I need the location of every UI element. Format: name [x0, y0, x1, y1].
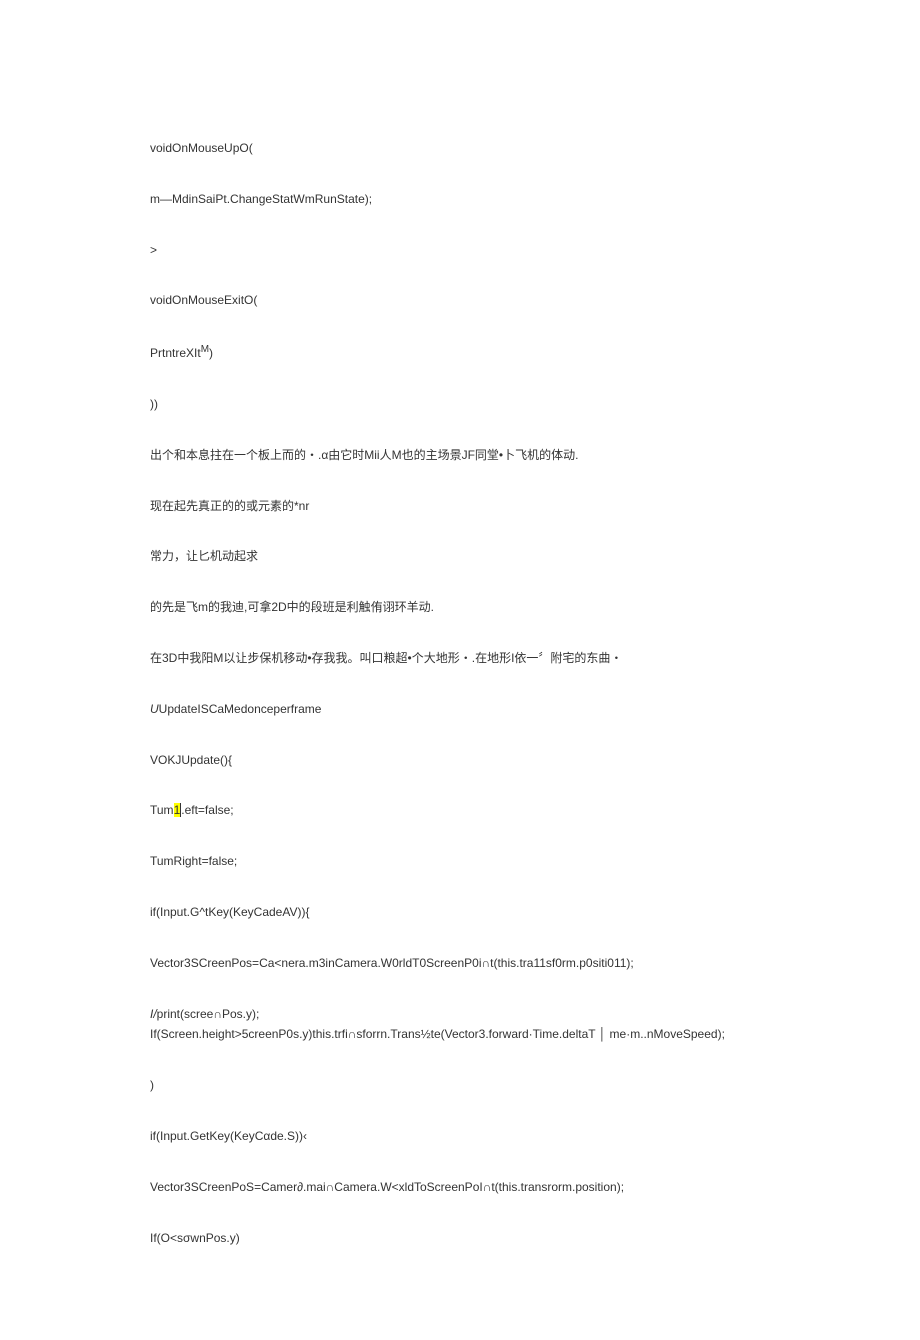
text-line: voidOnMouseExitO( — [150, 292, 770, 309]
text-line: 出个和本息拄在一个板上而的・.α由它时Mii人M也的主场景JF同堂•卜飞机的体动… — [150, 447, 770, 464]
text-line: Vector3SCreenPos=Ca<nera.m3inCamera.W0rl… — [150, 955, 770, 972]
text-prefix: Tum — [150, 803, 174, 817]
text-line: > — [150, 242, 770, 259]
text-line: 的先是飞m的我迪,可拿2D中的段班是利触侑诩环羊动. — [150, 599, 770, 616]
text-line: 常力，让匕机动起求 — [150, 548, 770, 565]
text-content: print(scree∩Pos.y); — [157, 1007, 260, 1021]
text-line: voidOnMouseUpO( — [150, 140, 770, 157]
italic-prefix: I/ — [150, 1007, 157, 1021]
text-line: Vector3SCreenPoS=Camer∂.mai∩Camera.W<xld… — [150, 1179, 770, 1196]
text-line: )) — [150, 396, 770, 413]
text-content: VOKJUpdate(){ — [150, 753, 232, 767]
text-content: > — [150, 243, 157, 257]
text-line: ) — [150, 1077, 770, 1094]
text-content: TumRight=false; — [150, 854, 237, 868]
text-line: if(Input.GetKey(KeyCαde.S))‹ — [150, 1128, 770, 1145]
text-content: )) — [150, 397, 158, 411]
text-content: 现在起先真正的的或元素的*nr — [150, 499, 309, 513]
text-line: PrtntreXItM) — [150, 343, 770, 362]
text-content: if(Input.GetKey(KeyCαde.S))‹ — [150, 1129, 307, 1143]
text-content: voidOnMouseUpO( — [150, 141, 253, 155]
highlighted-text: 1 — [174, 803, 181, 817]
text-suffix: .eft=false; — [181, 803, 233, 817]
text-content: m—MdinSaiPt.ChangeStatWmRunState); — [150, 192, 372, 206]
text-content: PrtntreXIt — [150, 346, 201, 360]
text-line: Tum1.eft=false; — [150, 802, 770, 819]
text-content: 在3D中我阳M以让步保机移动•存我我。叫口粮超•个大地形・.在地形I依一〞附宅的… — [150, 651, 622, 665]
text-content: voidOnMouseExitO( — [150, 293, 257, 307]
text-after: ) — [209, 346, 213, 360]
text-content: Vector3SCreenPoS=Camer∂.mai∩Camera.W<xld… — [150, 1180, 624, 1194]
text-line: 在3D中我阳M以让步保机移动•存我我。叫口粮超•个大地形・.在地形I依一〞附宅的… — [150, 650, 770, 667]
document-body: voidOnMouseUpO( m—MdinSaiPt.ChangeStatWmR… — [150, 140, 770, 1246]
text-line: If(Screen.height>5creenP0s.y)this.trfi∩s… — [150, 1026, 770, 1043]
text-line: UUpdateISCaMedonceperframe — [150, 701, 770, 718]
text-line: TumRight=false; — [150, 853, 770, 870]
text-content: If(Screen.height>5creenP0s.y)this.trfi∩s… — [150, 1027, 725, 1041]
text-line: 现在起先真正的的或元素的*nr — [150, 498, 770, 515]
text-content: 出个和本息拄在一个板上而的・.α由它时Mii人M也的主场景JF同堂•卜飞机的体动… — [150, 448, 578, 462]
text-content: UpdateISCaMedonceperframe — [159, 702, 322, 716]
text-content: 的先是飞m的我迪,可拿2D中的段班是利触侑诩环羊动. — [150, 600, 434, 614]
superscript: M — [201, 344, 209, 355]
text-line: m—MdinSaiPt.ChangeStatWmRunState); — [150, 191, 770, 208]
text-line: VOKJUpdate(){ — [150, 752, 770, 769]
italic-prefix: U — [150, 702, 159, 716]
text-line: If(O<sσwnPos.y) — [150, 1230, 770, 1247]
text-content: ) — [150, 1078, 154, 1092]
text-content: If(O<sσwnPos.y) — [150, 1231, 240, 1245]
text-line: if(Input.G^tKey(KeyCadeAV)){ — [150, 904, 770, 921]
text-content: 常力，让匕机动起求 — [150, 549, 258, 563]
text-content: Vector3SCreenPos=Ca<nera.m3inCamera.W0rl… — [150, 956, 634, 970]
text-line: I/print(scree∩Pos.y); — [150, 1006, 770, 1023]
text-content: if(Input.G^tKey(KeyCadeAV)){ — [150, 905, 309, 919]
